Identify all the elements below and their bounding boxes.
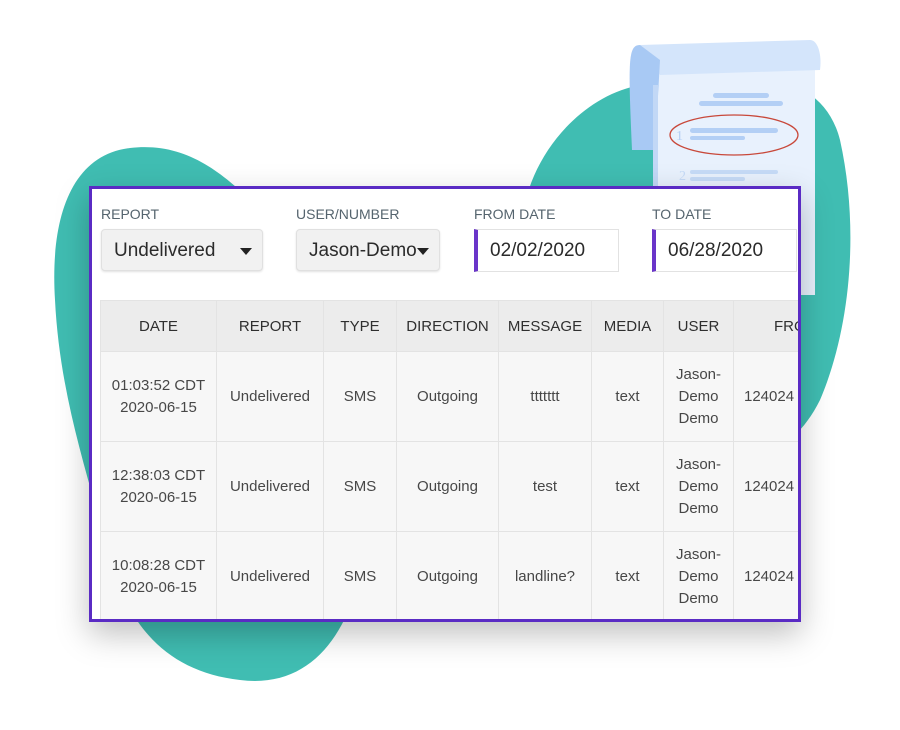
user-number-label: USER/NUMBER xyxy=(296,206,400,222)
user-number-select[interactable]: Jason-Demo xyxy=(296,229,440,271)
cell-time: 01:03:52 CDT xyxy=(111,376,206,394)
cell-media: text xyxy=(591,531,664,619)
report-select[interactable]: Undelivered xyxy=(101,229,263,271)
user-line: Demo xyxy=(678,387,719,405)
cell-direction: Outgoing xyxy=(396,351,499,442)
user-line: Demo xyxy=(678,409,719,427)
cell-user: Jason- Demo Demo xyxy=(663,441,734,532)
cell-media: text xyxy=(591,351,664,442)
svg-text:1: 1 xyxy=(676,129,683,144)
table-header-row: DATE REPORT TYPE DIRECTION MESSAGE MEDIA… xyxy=(100,300,798,352)
column-header-from[interactable]: FROM xyxy=(733,300,798,352)
table-row[interactable]: 12:38:03 CDT 2020-06-15 Undelivered SMS Outg… xyxy=(100,441,798,532)
table-row[interactable]: 01:03:52 CDT 2020-06-15 Undelivered SMS Outg… xyxy=(100,351,798,442)
from-date-label: FROM DATE xyxy=(474,206,556,222)
cell-direction: Outgoing xyxy=(396,531,499,619)
report-table: DATE REPORT TYPE DIRECTION MESSAGE MEDIA… xyxy=(100,300,798,619)
column-header-message[interactable]: MESSAGE xyxy=(498,300,592,352)
table-row[interactable]: 10:08:28 CDT 2020-06-15 Undelivered SMS Outg… xyxy=(100,531,798,619)
caret-down-icon xyxy=(417,248,429,255)
user-line: Jason- xyxy=(675,545,722,563)
cell-message: ttttttt xyxy=(498,351,592,442)
report-select-value: Undelivered xyxy=(114,240,216,261)
cell-user: Jason- Demo Demo xyxy=(663,351,734,442)
cell-report: Undelivered xyxy=(216,531,324,619)
cell-from: 124024 xyxy=(733,531,798,619)
cell-direction: Outgoing xyxy=(396,441,499,532)
cell-from: 124024 xyxy=(733,351,798,442)
to-date-label: TO DATE xyxy=(652,206,712,222)
cell-message: landline? xyxy=(498,531,592,619)
user-line: Jason- xyxy=(675,455,722,473)
cell-type: SMS xyxy=(323,441,397,532)
cell-day: 2020-06-15 xyxy=(120,398,197,416)
column-header-type[interactable]: TYPE xyxy=(323,300,397,352)
cell-time: 12:38:03 CDT xyxy=(111,466,206,484)
cell-time: 10:08:28 CDT xyxy=(111,556,206,574)
column-header-date[interactable]: DATE xyxy=(100,300,217,352)
cell-type: SMS xyxy=(323,531,397,619)
user-line: Demo xyxy=(678,567,719,585)
cell-date: 10:08:28 CDT 2020-06-15 xyxy=(100,531,217,619)
report-label: REPORT xyxy=(101,206,160,222)
from-date-input[interactable]: 02/02/2020 xyxy=(474,229,619,272)
column-header-report[interactable]: REPORT xyxy=(216,300,324,352)
column-header-media[interactable]: MEDIA xyxy=(591,300,664,352)
cell-day: 2020-06-15 xyxy=(120,488,197,506)
user-line: Jason- xyxy=(675,365,722,383)
report-panel: REPORT Undelivered USER/NUMBER Jason-Dem… xyxy=(89,186,801,622)
cell-report: Undelivered xyxy=(216,351,324,442)
cell-user: Jason- Demo Demo xyxy=(663,531,734,619)
svg-text:2: 2 xyxy=(679,169,686,184)
cell-message: test xyxy=(498,441,592,532)
user-line: Demo xyxy=(678,477,719,495)
cell-type: SMS xyxy=(323,351,397,442)
column-header-direction[interactable]: DIRECTION xyxy=(396,300,499,352)
cell-date: 12:38:03 CDT 2020-06-15 xyxy=(100,441,217,532)
cell-media: text xyxy=(591,441,664,532)
caret-down-icon xyxy=(240,248,252,255)
cell-report: Undelivered xyxy=(216,441,324,532)
cell-date: 01:03:52 CDT 2020-06-15 xyxy=(100,351,217,442)
user-line: Demo xyxy=(678,499,719,517)
column-header-user[interactable]: USER xyxy=(663,300,734,352)
cell-from: 124024 xyxy=(733,441,798,532)
user-line: Demo xyxy=(678,589,719,607)
to-date-input[interactable]: 06/28/2020 xyxy=(652,229,797,272)
cell-day: 2020-06-15 xyxy=(120,578,197,596)
user-select-value: Jason-Demo xyxy=(309,240,417,261)
